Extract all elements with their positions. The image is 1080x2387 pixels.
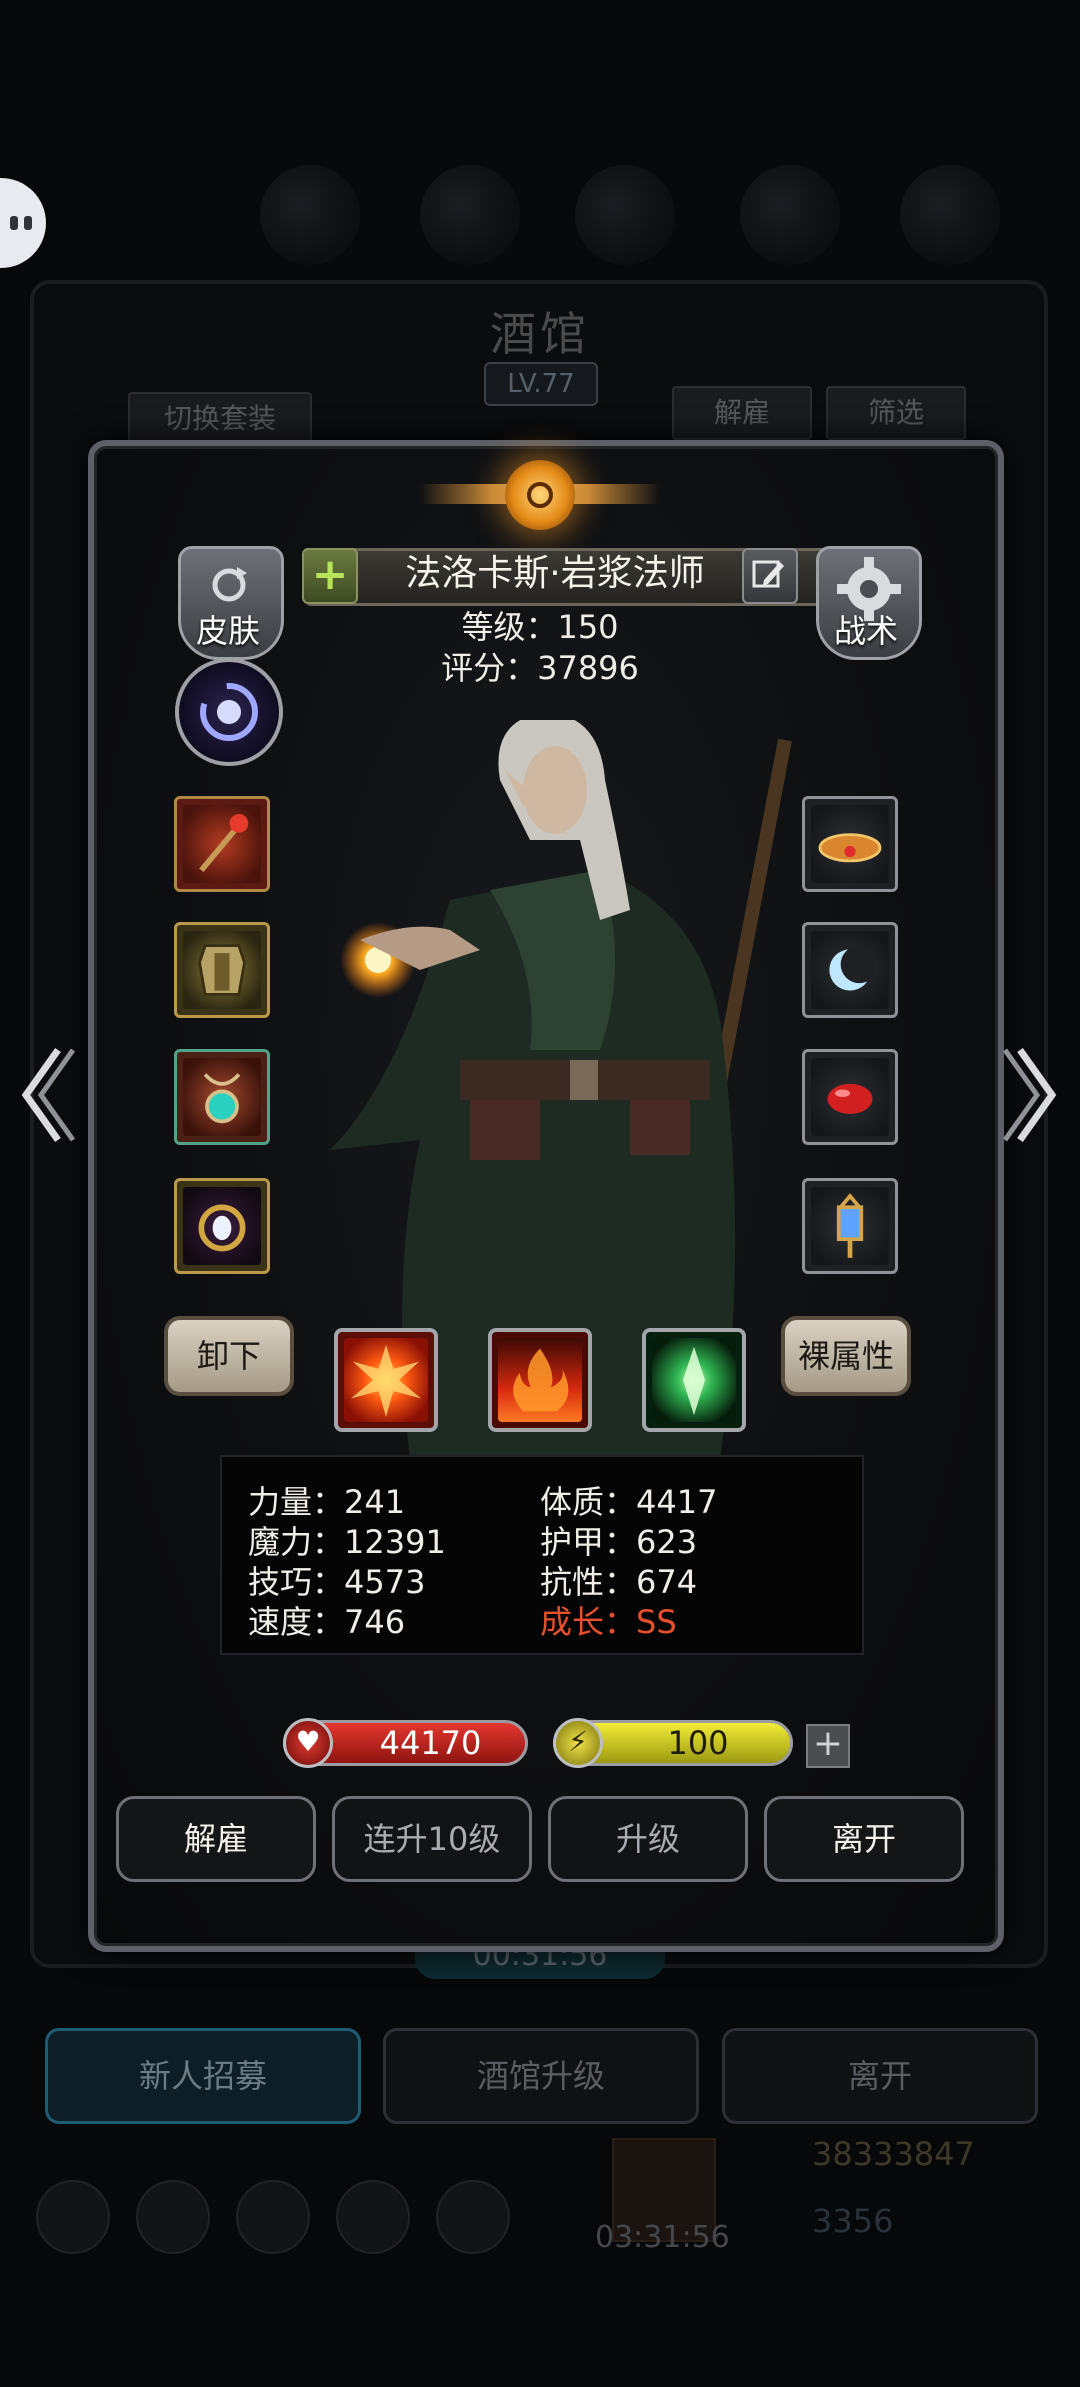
- filter-tab: 筛选: [826, 386, 966, 440]
- vortex-icon: [200, 683, 258, 741]
- dock-icon: [336, 2180, 410, 2254]
- sun-emblem-icon: [505, 460, 575, 530]
- edit-icon: [752, 560, 784, 588]
- skill-slot-1[interactable]: [334, 1328, 438, 1432]
- dismiss-button[interactable]: 解雇: [116, 1796, 316, 1882]
- gem-amount: 3356: [812, 2202, 894, 2240]
- stat-growth: 成长：SS: [540, 1603, 677, 1641]
- skill-slot-2[interactable]: [488, 1328, 592, 1432]
- bg-top-icon: [575, 165, 675, 265]
- green-crystal-icon: [682, 1346, 706, 1416]
- unequip-button[interactable]: 卸下: [164, 1316, 294, 1396]
- hero-name: 法洛卡斯·岩浆法师: [405, 553, 705, 594]
- tavern-upgrade-button: 酒馆升级: [383, 2028, 699, 2124]
- base-attributes-button[interactable]: 裸属性: [781, 1316, 911, 1396]
- previous-hero-arrow-icon[interactable]: [18, 1040, 78, 1150]
- energy-value: 100: [667, 1724, 729, 1762]
- bg-top-icon: [260, 165, 360, 265]
- bg-top-icon: [900, 165, 1000, 265]
- hp-value: 44170: [379, 1724, 482, 1762]
- skin-label: 皮肤: [195, 612, 260, 650]
- dock-icon: [236, 2180, 310, 2254]
- amulet-slot[interactable]: [174, 1049, 270, 1145]
- dock-icon: [436, 2180, 510, 2254]
- tavern-level: LV.77: [484, 362, 598, 406]
- ring-gem-icon: [198, 1204, 246, 1252]
- rename-button[interactable]: [742, 548, 798, 604]
- gift-timer: 03:31:56: [595, 2220, 730, 2255]
- explosion-icon: [350, 1344, 422, 1417]
- accessory-slot[interactable]: [174, 1178, 270, 1274]
- dismiss-tab: 解雇: [672, 386, 812, 440]
- chat-bubble-button[interactable]: [0, 178, 46, 268]
- heart-icon: ♥: [283, 1718, 333, 1768]
- add-energy-button[interactable]: +: [806, 1724, 850, 1768]
- switch-outfit-tab: 切换套装: [128, 392, 312, 446]
- lightning-icon: ⚡: [553, 1718, 603, 1768]
- tavern-title: 酒馆: [490, 307, 590, 361]
- passive-skill-orb[interactable]: [175, 658, 283, 766]
- bg-top-icon: [420, 165, 520, 265]
- gold-amount: 38333847: [812, 2135, 975, 2173]
- flame-icon: [513, 1348, 569, 1412]
- leave-button[interactable]: 离开: [764, 1796, 964, 1882]
- tactics-label: 战术: [833, 612, 898, 650]
- armor-slot[interactable]: [174, 922, 270, 1018]
- dock-icon: [136, 2180, 210, 2254]
- stat-speed: 速度：746: [248, 1603, 406, 1641]
- skill-slot-3[interactable]: [642, 1328, 746, 1432]
- level-up-button[interactable]: 升级: [548, 1796, 748, 1882]
- armor-icon: [198, 944, 246, 996]
- amulet-icon: [203, 1073, 241, 1124]
- level-up-10-button[interactable]: 连升10级: [332, 1796, 532, 1882]
- dock-icon: [36, 2180, 110, 2254]
- staff-icon: [199, 814, 249, 873]
- tavern-leave-button: 离开: [722, 2028, 1038, 2124]
- bg-top-icon: [740, 165, 840, 265]
- next-hero-arrow-icon[interactable]: [1000, 1040, 1060, 1150]
- recruit-button: 新人招募: [45, 2028, 361, 2124]
- weapon-slot[interactable]: [174, 796, 270, 892]
